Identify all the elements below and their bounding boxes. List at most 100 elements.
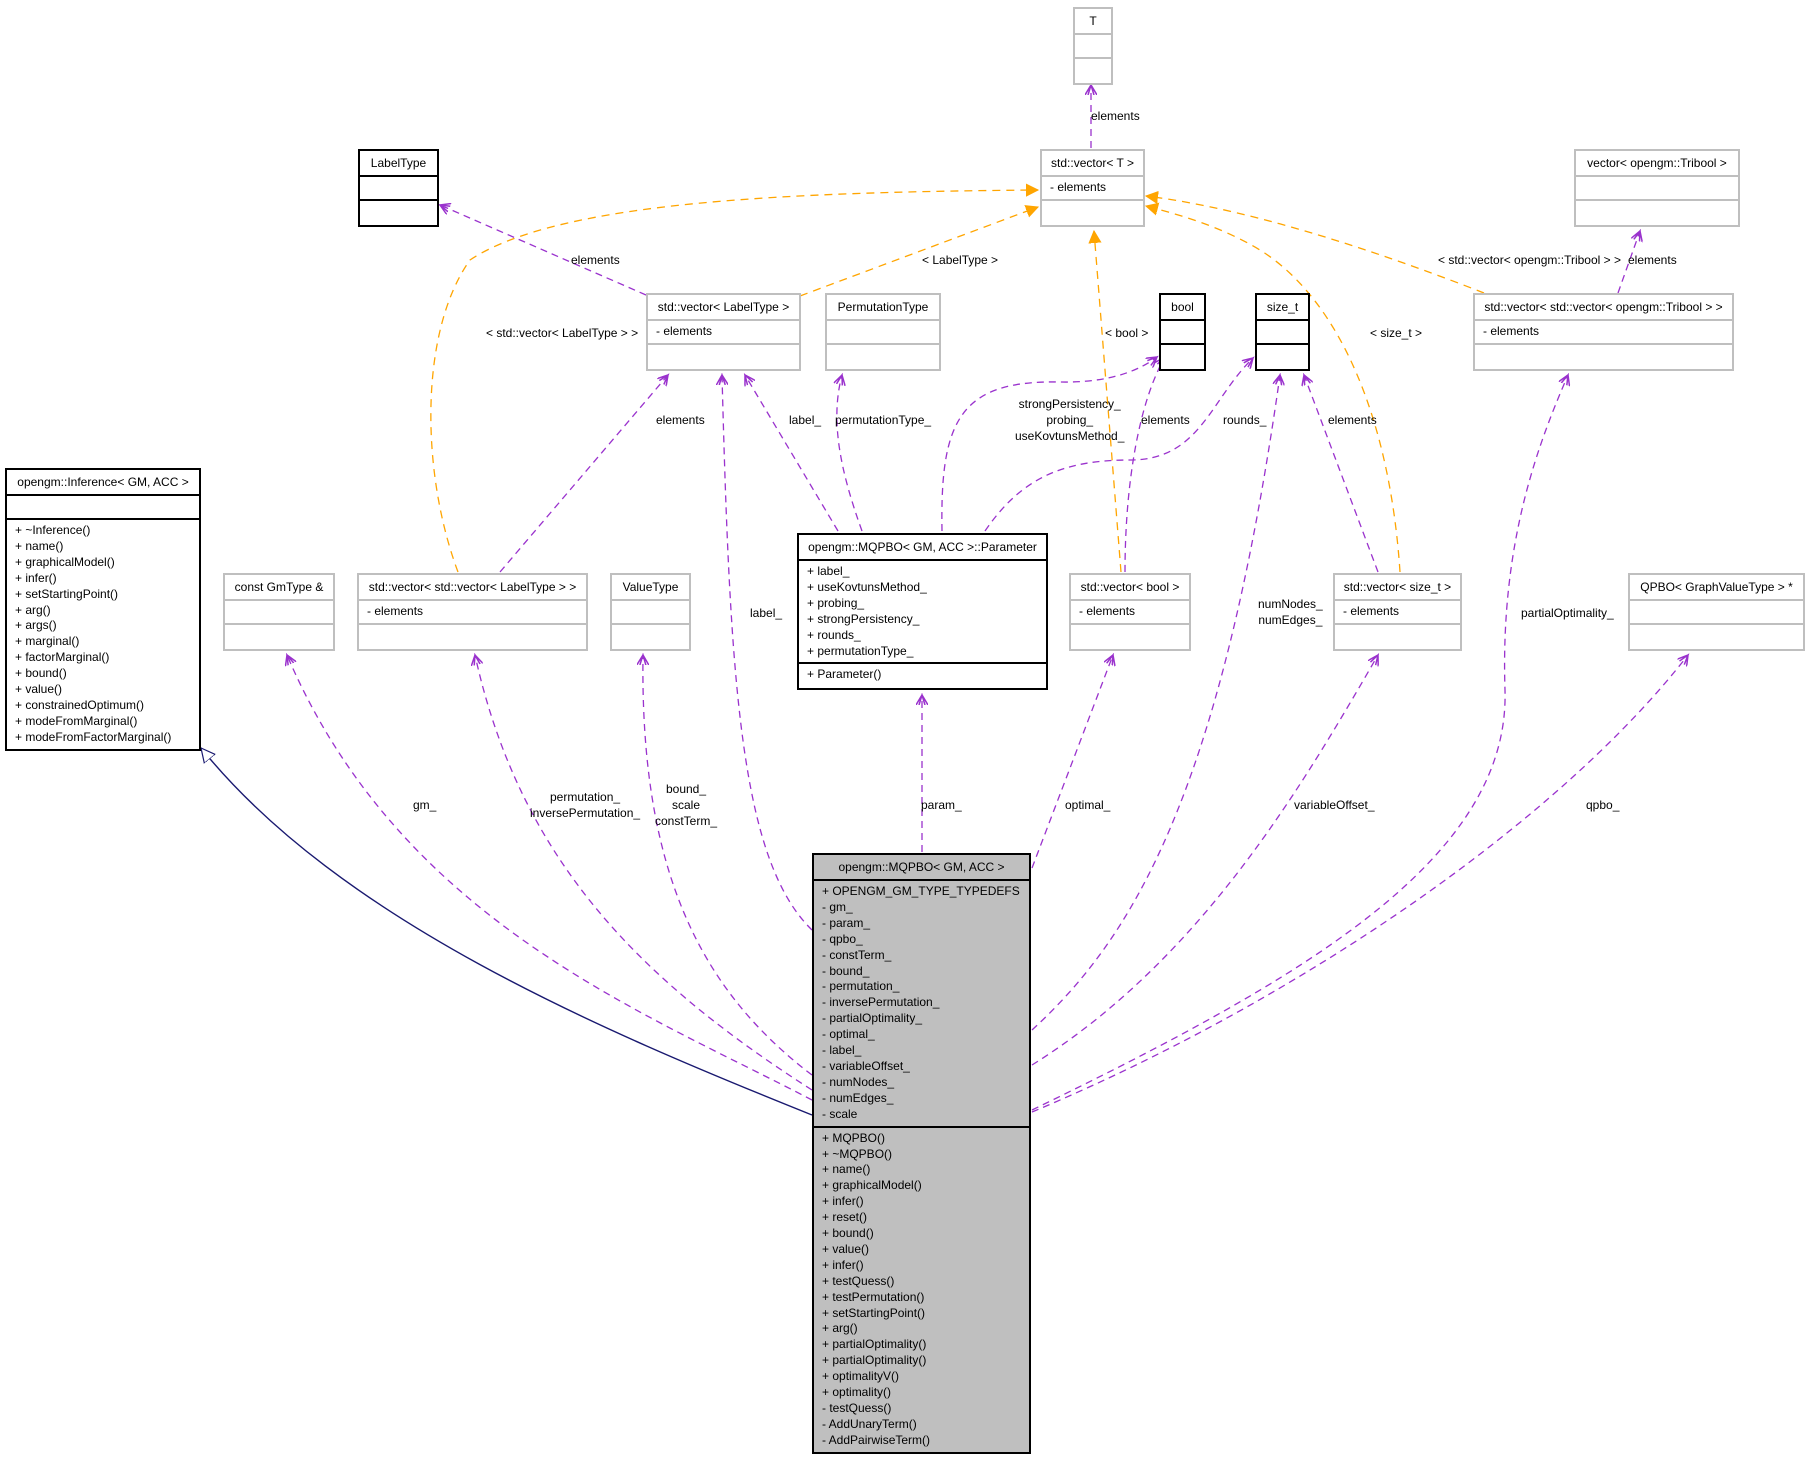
class-bool[interactable]: bool — [1159, 293, 1206, 371]
class-GmType[interactable]: const GmType & — [223, 573, 335, 651]
class-title: std::vector< std::vector< opengm::Triboo… — [1475, 295, 1732, 321]
method: + MQPBO() — [822, 1130, 886, 1145]
edge-label: elements — [1141, 413, 1190, 427]
attribute: - optimal_ — [822, 1027, 875, 1042]
edge-param-bool — [941, 357, 1157, 532]
method: + ~Inference() — [15, 523, 91, 537]
method: + modeFromFactorMarginal() — [15, 729, 172, 744]
attribute-list: - elements — [1042, 177, 1143, 201]
edge-inheritance — [201, 748, 813, 1116]
edge-label: < size_t > — [1370, 326, 1423, 340]
method: + args() — [15, 618, 57, 633]
attribute: - elements — [656, 324, 713, 338]
attribute: + permutationType_ — [807, 643, 914, 658]
attribute: - elements — [1343, 604, 1400, 618]
class-Inference[interactable]: opengm::Inference< GM, ACC > + ~Inferenc… — [5, 468, 201, 751]
edge-main-permutation — [475, 655, 813, 1091]
method: + modeFromMarginal() — [15, 713, 138, 728]
method: + value() — [15, 682, 63, 697]
edge-label: label_ — [789, 413, 822, 427]
edge-vvLabelType-to-vLabelType — [499, 375, 668, 573]
attribute: + strongPersistency_ — [807, 611, 920, 626]
method: + setStartingPoint() — [15, 586, 119, 601]
class-vector-LabelType[interactable]: std::vector< LabelType > - elements — [646, 293, 801, 371]
edge-label: label_ — [750, 606, 783, 620]
edge-label: elements — [1628, 253, 1677, 267]
edge-label: < LabelType > — [922, 253, 999, 267]
attribute: - param_ — [822, 915, 871, 930]
class-vector-vector-tribool[interactable]: std::vector< std::vector< opengm::Triboo… — [1473, 293, 1734, 371]
attribute: - numEdges_ — [822, 1090, 894, 1105]
class-title: opengm::MQPBO< GM, ACC >::Parameter — [799, 535, 1046, 561]
class-vector-bool[interactable]: std::vector< bool > - elements — [1069, 573, 1191, 651]
method: + testPermutation() — [822, 1289, 925, 1304]
class-title: opengm::Inference< GM, ACC > — [7, 470, 199, 496]
attribute: - permutation_ — [822, 979, 900, 994]
class-title: bool — [1161, 295, 1204, 321]
class-vector-tribool[interactable]: vector< opengm::Tribool > — [1574, 149, 1740, 227]
method: + arg() — [15, 602, 51, 617]
attribute: - inversePermutation_ — [822, 995, 940, 1010]
class-vector-T[interactable]: std::vector< T > - elements — [1040, 149, 1145, 227]
edge-label: strongPersistency_ probing_ useKovtunsMe… — [1015, 397, 1125, 443]
method: - testQuess() — [822, 1401, 892, 1415]
class-T[interactable]: T — [1073, 7, 1113, 85]
method-list: + Parameter() — [799, 664, 1046, 688]
class-vector-vector-LabelType[interactable]: std::vector< std::vector< LabelType > > … — [357, 573, 588, 651]
attribute: - variableOffset_ — [822, 1058, 910, 1073]
edge-label: permutation_ inversePermutation_ — [530, 790, 641, 820]
class-Parameter[interactable]: opengm::MQPBO< GM, ACC >::Parameter + la… — [797, 533, 1048, 691]
method-list: + ~Inference() + name() + graphicalModel… — [7, 520, 199, 749]
edge-label: elements — [1091, 109, 1140, 123]
class-vector-size_t[interactable]: std::vector< size_t > - elements — [1333, 573, 1462, 651]
method: + testQuess() — [822, 1273, 895, 1288]
class-title: ValueType — [612, 575, 689, 601]
class-ValueType[interactable]: ValueType — [610, 573, 691, 651]
class-MQPBO[interactable]: opengm::MQPBO< GM, ACC > + OPENGM_GM_TYP… — [812, 853, 1031, 1454]
edge-label: numNodes_ numEdges_ — [1258, 597, 1323, 627]
method: + ~MQPBO() — [822, 1146, 893, 1161]
class-LabelType[interactable]: LabelType — [358, 149, 439, 227]
edge-main-numNodes — [1031, 375, 1280, 1031]
class-title: opengm::MQPBO< GM, ACC > — [814, 855, 1029, 881]
attribute: - elements — [1050, 180, 1107, 194]
method: + name() — [822, 1162, 871, 1177]
class-title: LabelType — [360, 151, 437, 177]
attribute: - scale — [822, 1106, 858, 1121]
method: - AddUnaryTerm() — [822, 1416, 917, 1431]
edge-label: variableOffset_ — [1294, 798, 1375, 812]
edge-param-permutationType — [837, 375, 863, 532]
attribute: - elements — [367, 604, 424, 618]
attribute-list: + label_ + useKovtunsMethod_ + probing_ … — [799, 561, 1046, 665]
method: + partialOptimality() — [822, 1337, 927, 1352]
class-QPBO[interactable]: QPBO< GraphValueType > * — [1628, 573, 1805, 651]
attribute: + label_ — [807, 564, 850, 578]
attribute-list: - elements — [648, 321, 799, 345]
class-title: std::vector< LabelType > — [648, 295, 799, 321]
edge-main-variableOffset — [1031, 655, 1378, 1066]
method: + optimalityV() — [822, 1369, 900, 1384]
attribute-list: - elements — [359, 601, 586, 625]
class-size_t[interactable]: size_t — [1255, 293, 1310, 371]
attribute: - constTerm_ — [822, 947, 892, 962]
method: + bound() — [822, 1226, 874, 1241]
edge-vvLabelType-template — [430, 190, 1038, 573]
attribute: - partialOptimality_ — [822, 1011, 923, 1026]
method: + partialOptimality() — [822, 1353, 927, 1368]
edge-main-value — [643, 655, 813, 1076]
method: + setStartingPoint() — [822, 1305, 926, 1320]
attribute: - qpbo_ — [822, 931, 863, 946]
method: + infer() — [822, 1257, 864, 1272]
method: + constrainedOptimum() — [15, 697, 145, 712]
attribute: - elements — [1483, 324, 1540, 338]
class-title: std::vector< T > — [1042, 151, 1143, 177]
method: + infer() — [822, 1194, 864, 1209]
edge-label: elements — [1328, 413, 1377, 427]
class-PermutationType[interactable]: PermutationType — [825, 293, 941, 371]
edge-main-partialOptimality — [1031, 375, 1568, 1111]
attribute-list: - elements — [1475, 321, 1732, 345]
method: - AddPairwiseTerm() — [822, 1432, 931, 1447]
edge-label: qpbo_ — [1586, 798, 1620, 812]
edge-vLabelType-to-LabelType — [440, 205, 647, 296]
edge-param-label — [745, 375, 839, 532]
